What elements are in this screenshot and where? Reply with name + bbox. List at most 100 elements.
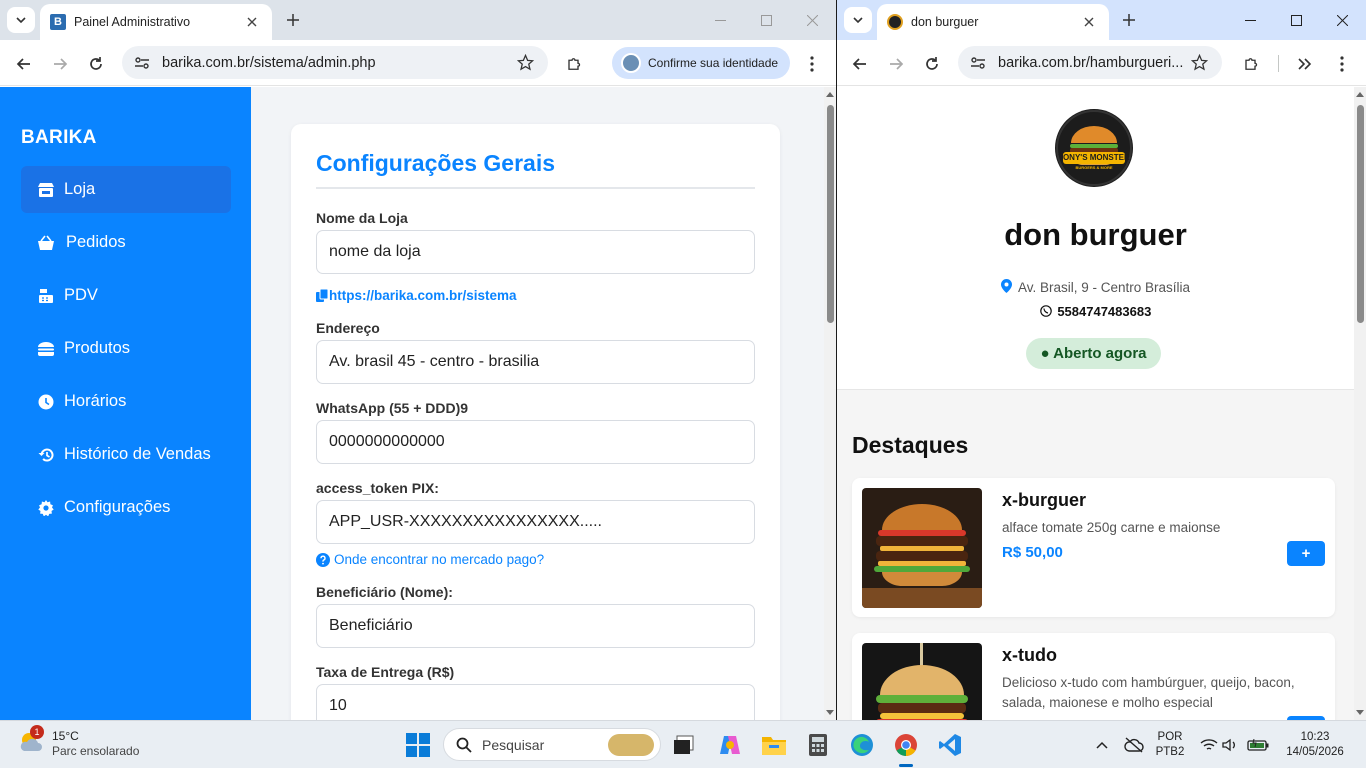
url-text: barika.com.br/hamburgueri... — [998, 54, 1184, 71]
start-button[interactable] — [404, 731, 432, 759]
store-phone[interactable]: 5584747483683 — [837, 304, 1354, 319]
beneficiary-input[interactable]: Beneficiário — [316, 604, 755, 648]
scroll-down-icon[interactable] — [826, 710, 834, 716]
calculator-button[interactable] — [804, 731, 832, 759]
close-window-button[interactable] — [1330, 8, 1354, 32]
minimize-button[interactable] — [1238, 8, 1262, 32]
store-name-input[interactable]: nome da loja — [316, 230, 755, 274]
minimize-button[interactable] — [708, 8, 732, 32]
product-description: Delicioso x-tudo com hambúrguer, queijo,… — [1002, 675, 1295, 710]
product-card[interactable]: x-burguer alface tomate 250g carne e mai… — [852, 478, 1335, 617]
sidebar-item-label: Histórico de Vendas — [64, 445, 211, 463]
profile-button[interactable]: Confirme sua identidade — [612, 47, 790, 79]
language-indicator[interactable]: POR PTB2 — [1152, 730, 1188, 760]
maximize-icon — [760, 14, 772, 26]
product-card[interactable]: x-tudo Delicioso x-tudo com hambúrguer, … — [852, 633, 1335, 720]
chrome-button[interactable] — [892, 731, 920, 759]
tab-search-button[interactable] — [7, 7, 35, 33]
forward-button[interactable] — [47, 51, 73, 77]
sidebar-item-label: PDV — [64, 286, 98, 304]
file-explorer-button[interactable] — [760, 731, 788, 759]
weather-widget[interactable]: 1 15°C Parc ensolarado — [18, 725, 139, 759]
sidebar-item-loja[interactable]: Loja — [21, 166, 231, 213]
arrow-left-icon — [16, 58, 30, 70]
back-button[interactable] — [11, 51, 37, 77]
windows-logo-icon — [406, 733, 430, 757]
page-scrollbar[interactable] — [824, 87, 836, 720]
close-icon — [1084, 17, 1094, 27]
extensions-button[interactable] — [562, 51, 588, 77]
taskbar-search[interactable]: Pesquisar — [443, 728, 661, 761]
burger-photo — [862, 643, 982, 720]
close-tab-button[interactable] — [1079, 12, 1099, 32]
sidebar-item-pedidos[interactable]: Pedidos — [21, 219, 231, 266]
pix-help-link[interactable]: Onde encontrar no mercado pago? — [316, 552, 544, 567]
sidebar-item-pdv[interactable]: PDV — [21, 272, 231, 319]
sidebar-item-configuracoes[interactable]: Configurações — [21, 484, 231, 531]
tab-search-button[interactable] — [844, 7, 872, 33]
address-bar[interactable]: barika.com.br/hamburgueri... — [958, 46, 1222, 79]
site-settings-icon[interactable] — [134, 55, 150, 71]
more-tools-button[interactable] — [1292, 51, 1318, 77]
sidebar-item-produtos[interactable]: Produtos — [21, 325, 231, 372]
reload-button[interactable] — [919, 51, 945, 77]
store-link[interactable]: https://barika.com.br/sistema — [316, 288, 517, 303]
sidebar-item-horarios[interactable]: Horários — [21, 378, 231, 425]
section-title: Destaques — [852, 432, 969, 458]
menu-button[interactable] — [1329, 51, 1355, 77]
scroll-down-icon[interactable] — [1356, 710, 1364, 716]
maximize-button[interactable] — [1284, 8, 1308, 32]
task-view-button[interactable] — [670, 731, 698, 759]
delivery-fee-input[interactable]: 10 — [316, 684, 755, 720]
scrollbar-thumb[interactable] — [1357, 105, 1364, 323]
menu-button[interactable] — [799, 51, 825, 77]
edge-button[interactable] — [848, 731, 876, 759]
back-button[interactable] — [847, 51, 873, 77]
star-icon[interactable] — [1191, 54, 1208, 71]
network-status-button[interactable] — [1120, 731, 1148, 759]
address-bar[interactable]: barika.com.br/sistema/admin.php — [122, 46, 548, 79]
reload-icon — [926, 57, 938, 70]
copilot-button[interactable] — [716, 731, 744, 759]
site-settings-icon[interactable] — [970, 55, 986, 71]
burger-logo-icon — [1056, 110, 1132, 186]
sidebar-item-historico[interactable]: Histórico de Vendas — [21, 431, 231, 478]
reload-button[interactable] — [83, 51, 109, 77]
new-tab-button[interactable] — [283, 10, 303, 30]
tab-strip: don burguer — [837, 0, 1366, 40]
address-input[interactable]: Av. brasil 45 - centro - brasilia — [316, 340, 755, 384]
scroll-up-icon[interactable] — [826, 91, 834, 97]
battery-button[interactable] — [1244, 731, 1272, 759]
whatsapp-input[interactable]: 0000000000000 — [316, 420, 755, 464]
new-tab-button[interactable] — [1119, 10, 1139, 30]
sidebar-item-label: Pedidos — [66, 233, 126, 251]
close-window-button[interactable] — [800, 8, 824, 32]
extensions-button[interactable] — [1239, 51, 1265, 77]
map-pin-icon — [1000, 279, 1012, 293]
forward-button[interactable] — [883, 51, 909, 77]
maximize-button[interactable] — [754, 8, 778, 32]
scroll-up-icon[interactable] — [1356, 91, 1364, 97]
tab-don-burguer[interactable]: don burguer — [877, 4, 1109, 40]
close-tab-button[interactable] — [242, 12, 262, 32]
star-icon[interactable] — [517, 54, 534, 71]
taskbar: 1 15°C Parc ensolarado Pesquisar POR PTB… — [0, 720, 1366, 768]
burger-favicon-icon — [887, 14, 903, 30]
tab-painel-administrativo[interactable]: B Painel Administrativo — [40, 4, 272, 40]
phone-text: 5584747483683 — [1057, 304, 1152, 319]
page-title: Configurações Gerais — [316, 150, 556, 176]
copy-icon — [316, 288, 329, 302]
clock[interactable]: 10:23 14/05/2026 — [1282, 730, 1348, 760]
tray-overflow-button[interactable] — [1088, 731, 1116, 759]
title-divider — [316, 187, 755, 189]
browser-toolbar: barika.com.br/hamburgueri... — [837, 40, 1366, 86]
pix-token-input[interactable]: APP_USR-XXXXXXXXXXXXXXXX..... — [316, 500, 755, 544]
scrollbar-thumb[interactable] — [827, 105, 834, 323]
maximize-icon — [1290, 14, 1302, 26]
volume-button[interactable] — [1216, 731, 1244, 759]
page-scrollbar[interactable] — [1354, 87, 1366, 720]
add-to-cart-button[interactable]: + — [1287, 541, 1325, 566]
keyboard-layout: PTB2 — [1155, 746, 1185, 758]
vscode-button[interactable] — [936, 731, 964, 759]
whatsapp-label: WhatsApp (55 + DDD)9 — [316, 400, 469, 416]
